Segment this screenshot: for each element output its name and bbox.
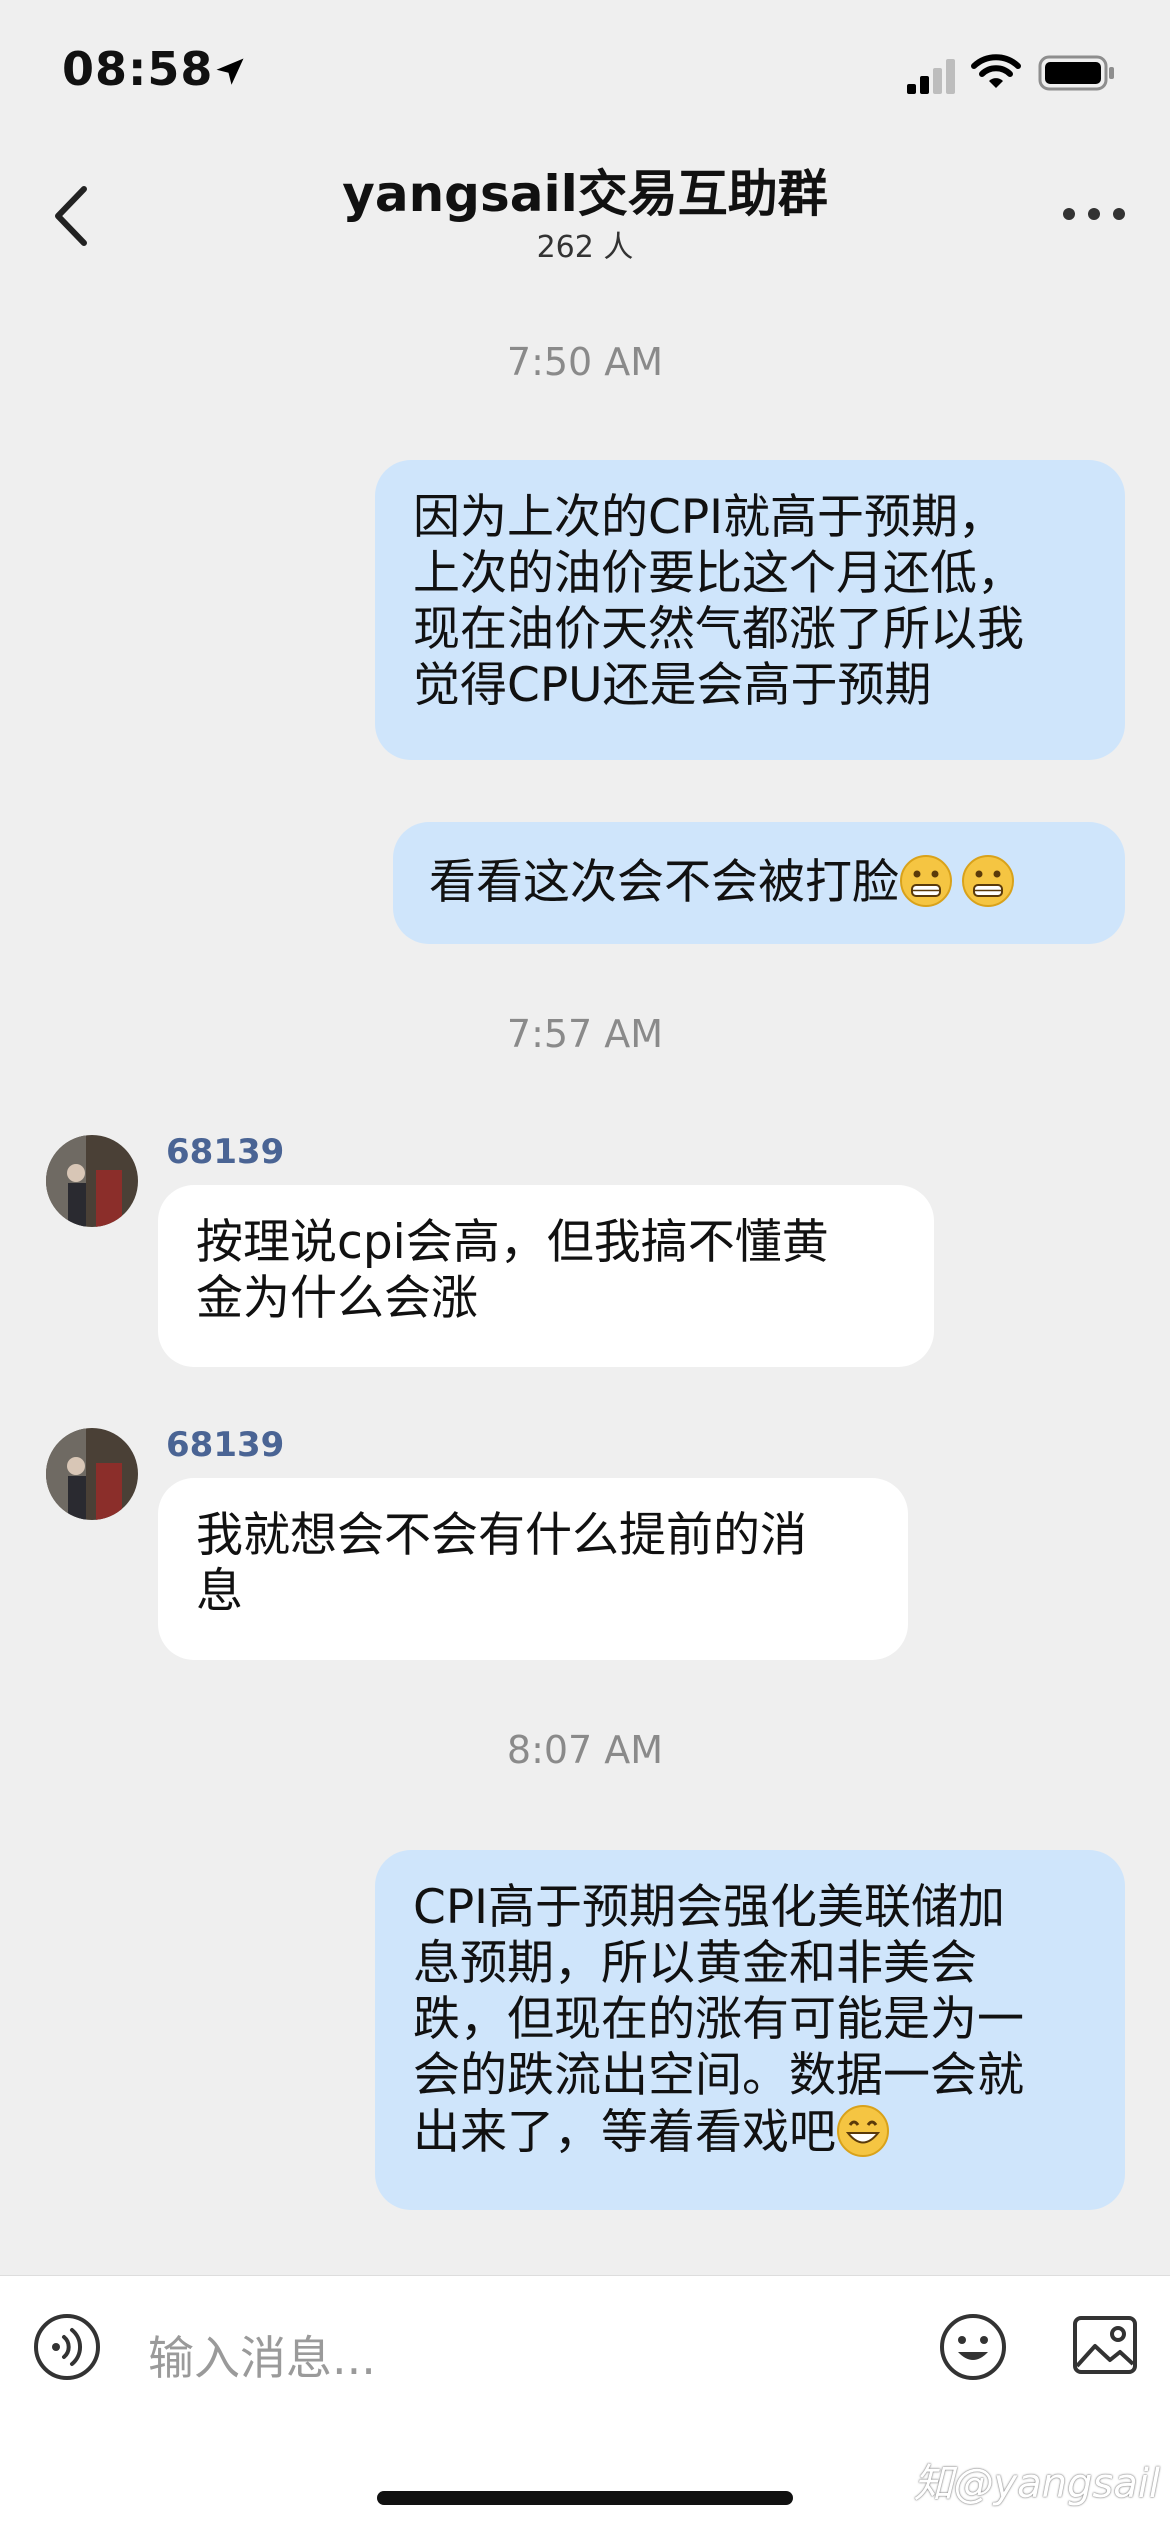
chat-area[interactable]: 7:50 AM 因为上次的CPI就高于预期， 上次的油价要比这个月还低， 现在油…: [0, 290, 1170, 2275]
avatar-image: [46, 1135, 138, 1227]
timestamp: 8:07 AM: [506, 1728, 664, 1772]
grimace-emoji-icon: [962, 855, 1014, 907]
timestamp: 7:57 AM: [506, 1012, 664, 1056]
grimace-emoji-icon: [900, 855, 952, 907]
location-arrow-icon: [216, 58, 244, 85]
more-button[interactable]: [1054, 192, 1134, 236]
avatar-image: [46, 1428, 138, 1520]
message-text: 因为上次的CPI就高于预期， 上次的油价要比这个月还低， 现在油价天然气都涨了所…: [413, 490, 1024, 713]
wifi-icon: [971, 54, 1021, 88]
outgoing-message[interactable]: 因为上次的CPI就高于预期， 上次的油价要比这个月还低， 现在油价天然气都涨了所…: [375, 460, 1125, 760]
message-text: 看看这次会不会被打脸: [429, 855, 899, 910]
more-icon: [1063, 208, 1125, 220]
message-input[interactable]: 输入消息...: [148, 2322, 376, 2388]
avatar[interactable]: [46, 1428, 138, 1520]
message-text: CPI高于预期会强化美联储加 息预期，所以黄金和非美会 跌，但现在的涨有可能是为…: [413, 1880, 1024, 2160]
member-count: 262 人: [536, 230, 634, 265]
grin-emoji-icon: [837, 2105, 889, 2157]
incoming-message[interactable]: 按理说cpi会高，但我搞不懂黄 金为什么会涨: [158, 1185, 934, 1367]
input-bar: 输入消息... 知@yangsail: [0, 2275, 1170, 2533]
watermark: 知@yangsail: [913, 2461, 1160, 2507]
group-title: yangsail交易互助群: [342, 165, 828, 223]
message-text: 我就想会不会有什么提前的消 息: [196, 1508, 807, 1619]
incoming-message[interactable]: 我就想会不会有什么提前的消 息: [158, 1478, 908, 1660]
outgoing-message[interactable]: 看看这次会不会被打脸: [393, 822, 1125, 944]
status-bar: 08:58: [0, 0, 1170, 140]
emoji-icon[interactable]: [938, 2312, 1008, 2382]
sender-name[interactable]: 68139: [166, 1425, 284, 1465]
chat-header: yangsail交易互助群 262 人: [0, 140, 1170, 290]
voice-icon[interactable]: [32, 2312, 102, 2382]
timestamp: 7:50 AM: [506, 340, 664, 384]
avatar[interactable]: [46, 1135, 138, 1227]
signal-icon: [907, 59, 955, 94]
image-icon[interactable]: [1070, 2310, 1140, 2380]
sender-name[interactable]: 68139: [166, 1132, 284, 1172]
status-time: 08:58: [62, 42, 214, 96]
battery-icon: [1038, 55, 1114, 91]
message-text: 按理说cpi会高，但我搞不懂黄 金为什么会涨: [196, 1215, 829, 1326]
outgoing-message[interactable]: CPI高于预期会强化美联储加 息预期，所以黄金和非美会 跌，但现在的涨有可能是为…: [375, 1850, 1125, 2210]
home-indicator[interactable]: [377, 2491, 793, 2505]
